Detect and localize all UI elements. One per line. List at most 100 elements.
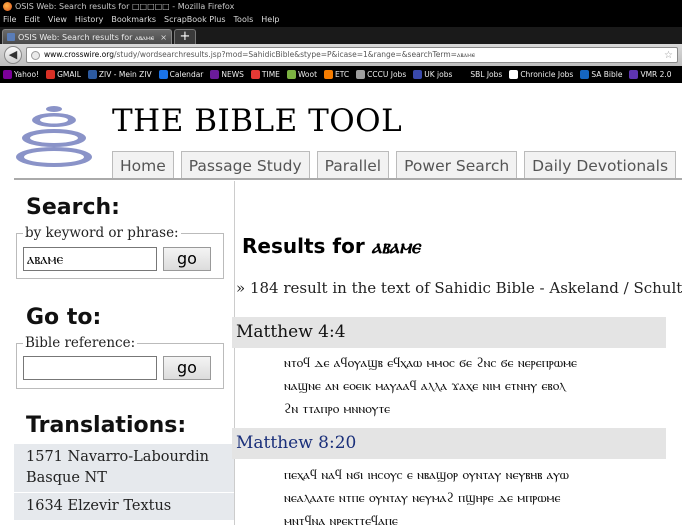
url-bar[interactable]: www.crosswire.org/study/wordsearchresult… [26, 47, 678, 63]
bookmark-item[interactable]: Calendar [158, 70, 204, 79]
bookmark-label: Woot [297, 70, 318, 79]
nav-passage-study[interactable]: Passage Study [180, 151, 310, 179]
nav-parallel[interactable]: Parallel [316, 151, 390, 179]
bookmark-favicon-icon [629, 70, 639, 79]
bookmark-item[interactable]: Yahoo! [3, 70, 39, 79]
bookmark-label: SA Bible [591, 70, 623, 79]
bookmark-label: UK jobs [424, 70, 453, 79]
menu-view[interactable]: View [48, 13, 67, 27]
menu-help[interactable]: Help [261, 13, 279, 27]
bookmark-favicon-icon [46, 70, 56, 79]
bookmark-star-icon[interactable]: ☆ [664, 50, 673, 61]
tab-strip: OSIS Web: Search results for ⲁⲃⲁⲙⲉ × + [0, 27, 682, 44]
new-tab-button[interactable]: + [174, 29, 196, 44]
bookmark-label: Calendar [169, 70, 204, 79]
bookmark-item[interactable]: ETC [324, 70, 349, 79]
bookmark-favicon-icon [413, 70, 423, 79]
verse-line: ϩⲛ ⲧⲧⲁⲡⲣⲟ ⲙⲛⲛⲟⲩⲧⲉ [284, 401, 391, 417]
bookmark-label: NEWS [221, 70, 244, 79]
menu-tools[interactable]: Tools [234, 13, 254, 27]
verse-line: ⲛⲁϣⲛⲉ ⲁⲛ ⲉⲟⲉⲓⲕ ⲙⲁⲩⲁⲁϥ ⲁⲗⲗⲁ ϫⲁⲭⲉ ⲛⲓⲙ ⲉⲧⲛⲏ… [284, 378, 566, 394]
results-heading-prefix: Results for [242, 234, 372, 258]
search-go-button[interactable]: go [163, 247, 211, 271]
bookmark-item[interactable]: UK jobs [413, 70, 452, 79]
site-nav: Home Passage Study Parallel Power Search… [112, 151, 677, 179]
bookmark-favicon-icon [459, 70, 469, 79]
verse-line: ⲡⲉⲭⲁϥ ⲛⲁϥ ⲛϭⲓ ⲓⲏⲥⲟⲩⲥ ⲉ ⲛⲃⲁϣⲟⲣ ⲟⲩⲛⲧⲁⲩ ⲛⲉⲩ… [284, 467, 569, 483]
back-button[interactable]: ◀ [4, 46, 22, 64]
bookmark-favicon-icon [87, 70, 97, 79]
bookmark-item[interactable]: SBL Jobs [459, 70, 502, 79]
bookmark-item[interactable]: VMR 2.0 [629, 70, 672, 79]
web-page: THE BIBLE TOOL Home Passage Study Parall… [0, 83, 682, 525]
url-host: www.crosswire.org [44, 50, 114, 59]
menu-bookmarks[interactable]: Bookmarks [111, 13, 156, 27]
results-heading: Results for ⲁⲃⲁⲙⲉ [242, 234, 420, 258]
translations-list: 1571 Navarro-Labourdin Basque NT 1634 El… [14, 443, 234, 520]
close-tab-icon[interactable]: × [160, 30, 171, 44]
nav-home[interactable]: Home [112, 151, 174, 179]
bookmark-favicon-icon [324, 70, 334, 79]
menu-edit[interactable]: Edit [24, 13, 40, 27]
search-legend: by keyword or phrase: [23, 225, 181, 241]
keyword-search-input[interactable]: ⲁⲃⲁⲙⲉ [23, 247, 157, 271]
bible-tool-logo-icon [16, 106, 92, 167]
verse-reference-link[interactable]: Matthew 8:20 [232, 428, 666, 459]
translation-item[interactable]: 1571 Navarro-Labourdin Basque NT [14, 443, 234, 492]
bookmark-label: GMAIL [57, 70, 81, 79]
menu-bar: File Edit View History Bookmarks ScrapBo… [0, 13, 682, 27]
menu-history[interactable]: History [75, 13, 103, 27]
search-fieldset: by keyword or phrase: ⲁⲃⲁⲙⲉ go [16, 225, 224, 279]
verse-line: ⲛⲉⲁⲗⲁⲁⲧⲉ ⲛⲧⲡⲉ ⲟⲩⲛⲧⲁⲩ ⲛⲉⲩⲙⲁϩ ⲡϣⲏⲣⲉ ⲇⲉ ⲙⲡⲣ… [284, 490, 561, 506]
bookmarks-toolbar: Yahoo! GMAIL ZIV - Mein ZIV Calendar NEWS TIM… [0, 66, 682, 83]
translations-heading: Translations: [26, 413, 187, 438]
bookmark-label: ZIV - Mein ZIV [98, 70, 152, 79]
goto-fieldset: Bible reference: go [16, 335, 224, 389]
bookmark-item[interactable]: Chronicle Jobs [509, 70, 573, 79]
bookmark-item[interactable]: TIME [250, 70, 280, 79]
header-divider [14, 178, 682, 180]
url-path: /study/wordsearchresults.jsp?mod=Sahidic… [113, 50, 476, 59]
bookmark-item[interactable]: ZIV - Mein ZIV [87, 70, 152, 79]
bookmark-favicon-icon [509, 70, 519, 79]
window-titlebar: OSIS Web: Search results for □□□□□ - Moz… [0, 0, 682, 13]
browser-tab[interactable]: OSIS Web: Search results for ⲁⲃⲁⲙⲉ × [2, 29, 172, 44]
search-heading: Search: [26, 195, 120, 220]
browser-tab-title: OSIS Web: Search results for ⲁⲃⲁⲙⲉ [18, 32, 155, 42]
bookmark-label: Yahoo! [14, 70, 40, 79]
bookmark-item[interactable]: Woot [286, 70, 318, 79]
bookmark-favicon-icon [286, 70, 296, 79]
bookmark-item[interactable]: SA Bible [580, 70, 622, 79]
bookmark-favicon-icon [3, 70, 12, 79]
menu-scrapbook[interactable]: ScrapBook Plus [164, 13, 225, 27]
bookmark-favicon-icon [210, 70, 220, 79]
goto-heading: Go to: [26, 305, 102, 330]
page-favicon-icon [7, 33, 15, 41]
menu-file[interactable]: File [3, 13, 16, 27]
verse-line: ⲛⲧⲟϥ ⲇⲉ ⲁϥⲟⲩⲁϣⲃ ⲉϥⲭⲁⲱ ⲙⲙⲟⲥ ϭⲉ ϩⲛⲥ ϭⲉ ⲛⲉⲣ… [284, 355, 578, 371]
bookmark-favicon-icon [250, 70, 260, 79]
bookmark-item[interactable]: CCCU Jobs [356, 70, 406, 79]
nav-daily-devotionals[interactable]: Daily Devotionals [524, 151, 677, 179]
firefox-icon [3, 2, 12, 11]
bookmark-item[interactable]: GMAIL [46, 70, 81, 79]
goto-go-button[interactable]: go [163, 356, 211, 380]
goto-legend: Bible reference: [23, 335, 138, 351]
results-search-term: ⲁⲃⲁⲙⲉ [371, 234, 420, 258]
results-summary: » 184 result in the text of Sahidic Bibl… [236, 279, 682, 297]
window-title: OSIS Web: Search results for □□□□□ - Moz… [15, 2, 235, 11]
bookmark-favicon-icon [580, 70, 590, 79]
sidebar: Search: by keyword or phrase: ⲁⲃⲁⲙⲉ go G… [14, 181, 235, 525]
bookmark-label: TIME [261, 70, 280, 79]
verse-text: ⲡⲉⲭⲁϥ ⲛⲁϥ ⲛϭⲓ ⲓⲏⲥⲟⲩⲥ ⲉ ⲛⲃⲁϣⲟⲣ ⲟⲩⲛⲧⲁⲩ ⲛⲉⲩ… [284, 464, 656, 525]
verse-text: ⲛⲧⲟϥ ⲇⲉ ⲁϥⲟⲩⲁϣⲃ ⲉϥⲭⲁⲱ ⲙⲙⲟⲥ ϭⲉ ϩⲛⲥ ϭⲉ ⲛⲉⲣ… [284, 352, 656, 421]
bookmark-label: SBL Jobs [470, 70, 503, 79]
verse-line: ⲙⲛⲧϥⲛⲁ ⲛⲣⲉⲕⲧⲧⲉϥⲁⲡⲉ [284, 513, 398, 525]
site-title: THE BIBLE TOOL [112, 103, 403, 139]
nav-power-search[interactable]: Power Search [396, 151, 518, 179]
bookmark-favicon-icon [158, 70, 168, 79]
bookmark-label: ETC [335, 70, 350, 79]
bookmark-item[interactable]: NEWS [210, 70, 244, 79]
translation-item[interactable]: 1634 Elzevir Textus [14, 492, 234, 520]
bible-reference-input[interactable] [23, 356, 157, 380]
